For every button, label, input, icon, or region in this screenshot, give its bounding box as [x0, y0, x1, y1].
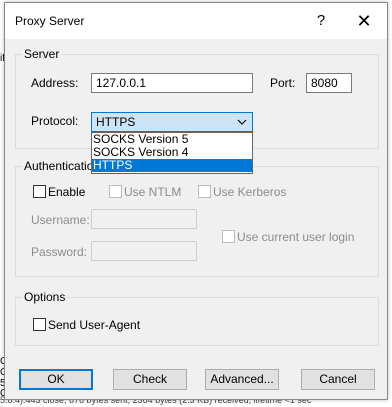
- protocol-label: Protocol:: [31, 114, 79, 128]
- check-button[interactable]: Check: [113, 369, 187, 390]
- send-user-agent-label[interactable]: Send User-Agent: [48, 318, 140, 332]
- protocol-option-https[interactable]: HTTPS: [92, 159, 252, 172]
- address-label: Address:: [31, 76, 79, 90]
- proxy-server-dialog: Proxy Server ? ✕ Server Address: 127.0.0…: [4, 2, 388, 400]
- cancel-button[interactable]: Cancel: [301, 369, 375, 390]
- password-input[interactable]: [91, 241, 197, 261]
- send-user-agent-checkbox[interactable]: [33, 318, 46, 331]
- use-kerberos-checkbox[interactable]: [198, 185, 211, 198]
- use-ntlm-checkbox[interactable]: [109, 185, 122, 198]
- port-input[interactable]: 8080: [306, 73, 352, 93]
- use-current-login-checkbox[interactable]: [222, 230, 235, 243]
- dialog-title: Proxy Server: [15, 14, 85, 28]
- advanced-button[interactable]: Advanced...: [205, 369, 279, 390]
- protocol-select[interactable]: HTTPS: [91, 112, 253, 132]
- help-button[interactable]: ?: [303, 8, 339, 34]
- protocol-dropdown-list: SOCKS Version 5 SOCKS Version 4 HTTPS: [91, 132, 253, 174]
- port-label: Port:: [270, 76, 296, 90]
- options-group-legend: Options: [24, 290, 66, 304]
- enable-checkbox[interactable]: [33, 185, 46, 198]
- use-current-login-label: Use current user login: [237, 230, 355, 244]
- chevron-down-icon: [237, 119, 247, 125]
- use-kerberos-label: Use Kerberos: [213, 185, 287, 199]
- protocol-selected-value: HTTPS: [96, 115, 136, 129]
- enable-label[interactable]: Enable: [48, 185, 85, 199]
- password-label: Password:: [31, 245, 88, 259]
- close-button[interactable]: ✕: [345, 8, 383, 34]
- username-input[interactable]: [91, 209, 197, 229]
- use-ntlm-label: Use NTLM: [124, 185, 182, 199]
- server-group-legend: Server: [24, 47, 60, 61]
- authentication-group-legend: Authenticatio: [24, 159, 94, 173]
- ok-button[interactable]: OK: [19, 369, 93, 390]
- address-input[interactable]: 127.0.0.1: [91, 73, 253, 93]
- title-bar: Proxy Server ? ✕: [5, 3, 387, 39]
- username-label: Username:: [31, 213, 90, 227]
